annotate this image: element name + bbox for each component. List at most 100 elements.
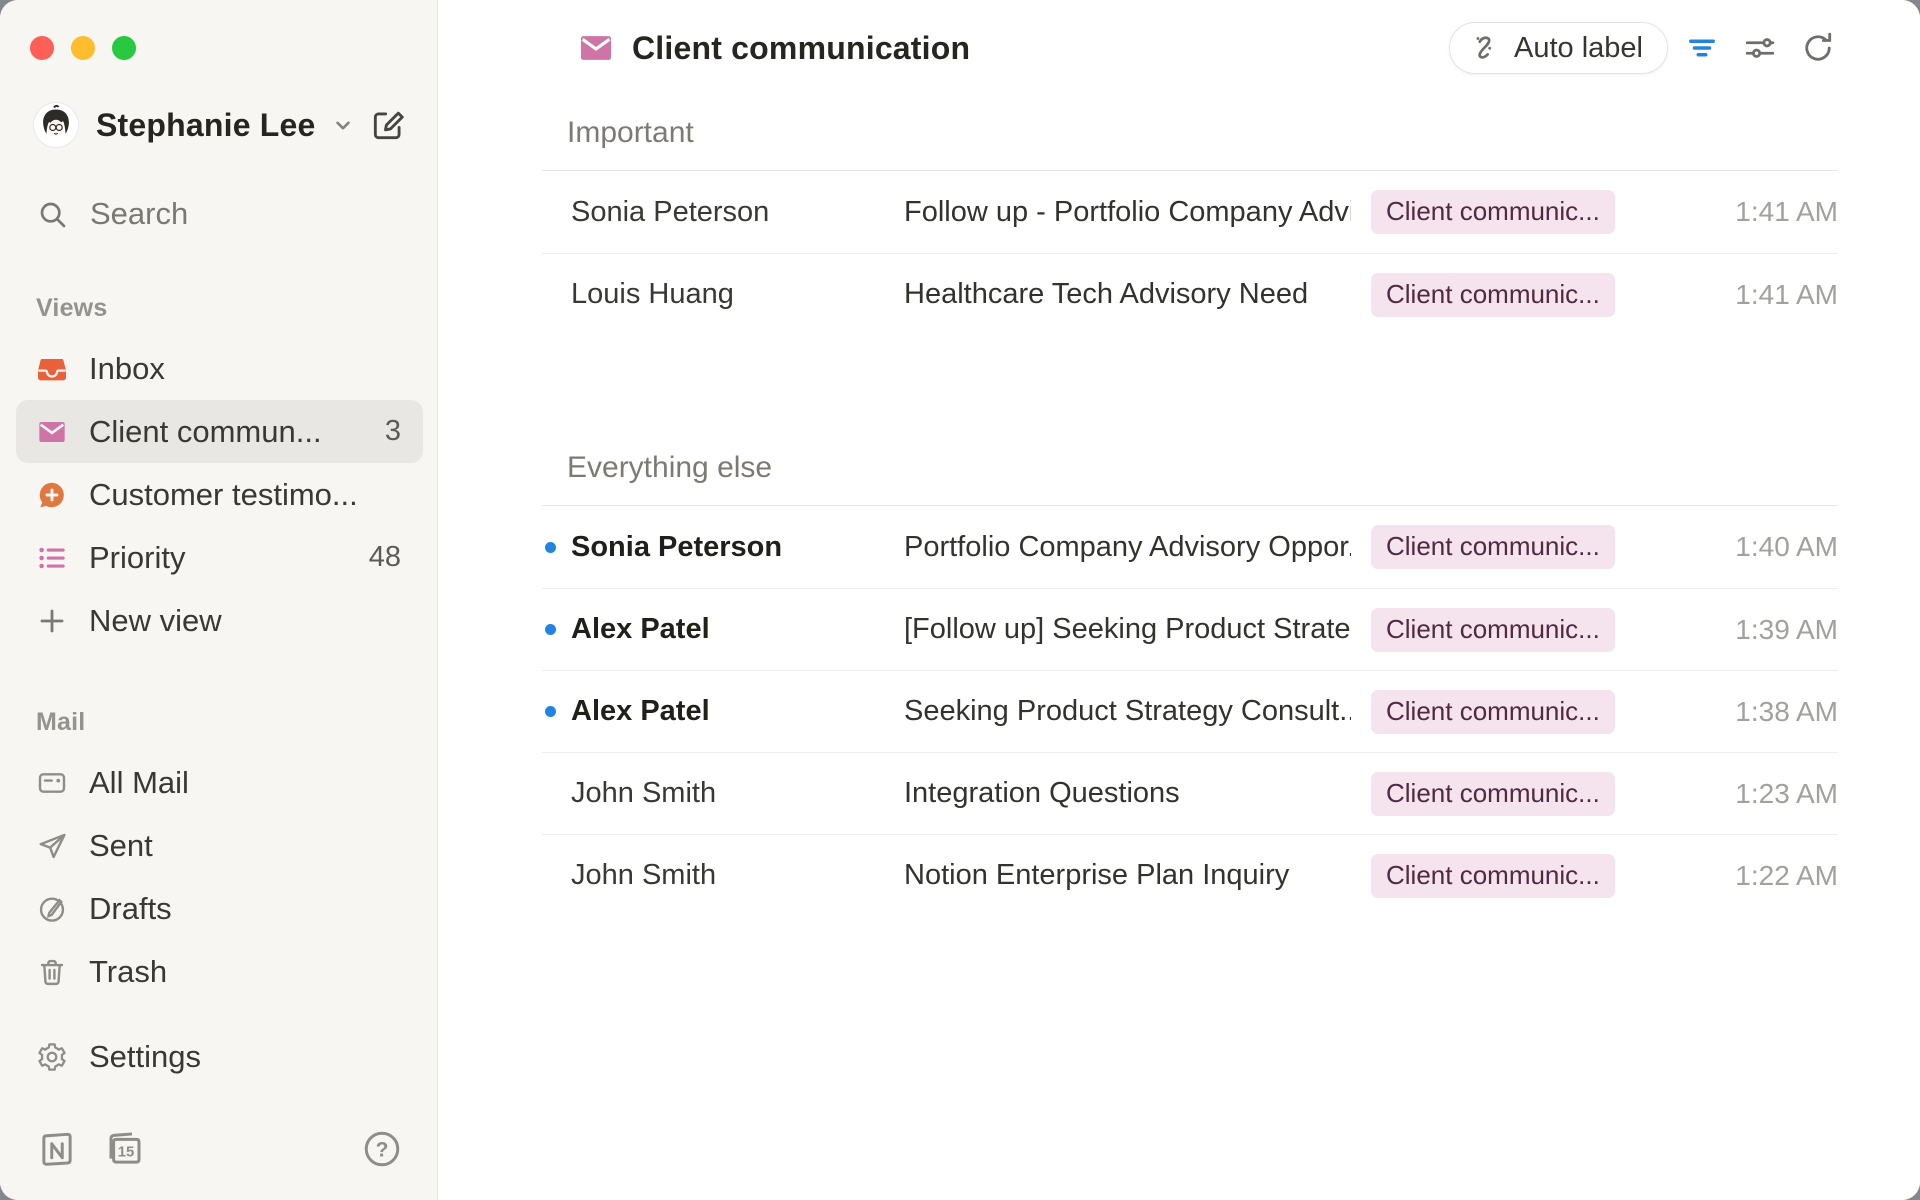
email-sender: Sonia Peterson xyxy=(571,531,904,564)
avatar xyxy=(34,103,78,147)
email-sender: John Smith xyxy=(571,777,904,810)
label-badge[interactable]: Client communic... xyxy=(1371,854,1615,898)
email-sender: Alex Patel xyxy=(571,695,904,728)
notion-logo-icon[interactable] xyxy=(36,1128,78,1170)
email-row[interactable]: Sonia Peterson Follow up - Portfolio Com… xyxy=(542,171,1838,253)
page-title: Client communication xyxy=(632,30,970,67)
sidebar-footer: 15 ? xyxy=(0,1088,437,1200)
view-header: Client communication Auto label xyxy=(438,0,1920,96)
sidebar-item-all-mail[interactable]: All Mail xyxy=(16,751,423,814)
section-title: Important xyxy=(542,96,1838,170)
display-options-button[interactable] xyxy=(1736,24,1784,72)
search-placeholder: Search xyxy=(90,196,188,232)
email-subject: Seeking Product Strategy Consult... xyxy=(904,695,1351,728)
refresh-icon xyxy=(1800,30,1836,66)
calendar-icon[interactable]: 15 xyxy=(104,1128,146,1170)
label-badge[interactable]: Client communic... xyxy=(1371,690,1615,734)
email-time: 1:41 AM xyxy=(1615,279,1838,311)
mail-section-label: Mail xyxy=(36,708,437,737)
auto-label-icon xyxy=(1468,31,1502,65)
envelope-icon xyxy=(36,416,68,448)
email-subject: Follow up - Portfolio Company Advi... xyxy=(904,196,1351,229)
views-section-label: Views xyxy=(36,294,437,323)
sidebar-item-settings[interactable]: Settings xyxy=(16,1025,423,1088)
zoom-window-button[interactable] xyxy=(112,36,136,60)
close-window-button[interactable] xyxy=(30,36,54,60)
email-row[interactable]: John Smith Notion Enterprise Plan Inquir… xyxy=(542,834,1838,916)
email-subject: Portfolio Company Advisory Oppor... xyxy=(904,531,1351,564)
sidebar-item-new-view[interactable]: New view xyxy=(16,589,423,652)
gear-icon xyxy=(36,1041,68,1073)
sidebar-item-priority[interactable]: Priority 48 xyxy=(16,526,423,589)
svg-text:?: ? xyxy=(376,1138,389,1161)
priority-list-icon xyxy=(36,542,68,574)
sidebar-item-label: All Mail xyxy=(89,765,189,801)
refresh-button[interactable] xyxy=(1794,24,1842,72)
sidebar-item-trash[interactable]: Trash xyxy=(16,940,423,1003)
email-row[interactable]: Alex Patel [Follow up] Seeking Product S… xyxy=(542,588,1838,670)
window-controls xyxy=(0,0,437,60)
sidebar-item-drafts[interactable]: Drafts xyxy=(16,877,423,940)
email-section: Important Sonia Peterson Follow up - Por… xyxy=(542,96,1838,335)
filter-button[interactable] xyxy=(1678,24,1726,72)
sidebar-item-inbox[interactable]: Inbox xyxy=(16,337,423,400)
all-mail-icon xyxy=(36,767,68,799)
filter-icon xyxy=(1684,30,1720,66)
email-time: 1:22 AM xyxy=(1615,860,1838,892)
envelope-icon xyxy=(577,29,615,67)
email-subject: Notion Enterprise Plan Inquiry xyxy=(904,859,1351,892)
sidebar-item-count: 3 xyxy=(385,415,401,448)
sidebar-item-label: Customer testimo... xyxy=(89,477,358,513)
help-icon[interactable]: ? xyxy=(361,1128,403,1170)
sidebar-item-count: 48 xyxy=(369,541,401,574)
email-subject: [Follow up] Seeking Product Strate... xyxy=(904,613,1351,646)
email-time: 1:39 AM xyxy=(1615,614,1838,646)
auto-label-button[interactable]: Auto label xyxy=(1449,22,1668,74)
chevron-down-icon xyxy=(330,112,356,138)
sidebar-item-label: Priority xyxy=(89,540,185,576)
sidebar-item-label: Drafts xyxy=(89,891,172,927)
mail-app-window: Stephanie Lee Search Views Inbox Client … xyxy=(0,0,1920,1200)
sidebar-item-label: New view xyxy=(89,603,222,639)
label-badge[interactable]: Client communic... xyxy=(1371,273,1615,317)
draft-icon xyxy=(36,893,68,925)
main-panel: Client communication Auto label xyxy=(438,0,1920,1200)
search-icon xyxy=(36,198,68,230)
sidebar: Stephanie Lee Search Views Inbox Client … xyxy=(0,0,438,1200)
label-badge[interactable]: Client communic... xyxy=(1371,190,1615,234)
chat-plus-icon xyxy=(36,479,68,511)
sidebar-item-label: Trash xyxy=(89,954,167,990)
account-switcher[interactable]: Stephanie Lee xyxy=(34,102,411,148)
email-sender: Louis Huang xyxy=(571,278,904,311)
unread-dot xyxy=(545,706,556,717)
compose-button[interactable] xyxy=(365,102,411,148)
label-badge[interactable]: Client communic... xyxy=(1371,772,1615,816)
search-input[interactable]: Search xyxy=(36,196,437,232)
email-section: Everything else Sonia Peterson Portfolio… xyxy=(542,431,1838,916)
sidebar-item-customer-testimo[interactable]: Customer testimo... xyxy=(16,463,423,526)
email-list: Important Sonia Peterson Follow up - Por… xyxy=(542,96,1838,916)
email-row[interactable]: Louis Huang Healthcare Tech Advisory Nee… xyxy=(542,253,1838,335)
settings-label: Settings xyxy=(89,1039,201,1075)
email-time: 1:38 AM xyxy=(1615,696,1838,728)
plus-icon xyxy=(36,605,68,637)
sliders-icon xyxy=(1742,30,1778,66)
unread-dot xyxy=(545,542,556,553)
label-badge[interactable]: Client communic... xyxy=(1371,608,1615,652)
email-row[interactable]: Sonia Peterson Portfolio Company Advisor… xyxy=(542,506,1838,588)
unread-dot xyxy=(545,624,556,635)
label-badge[interactable]: Client communic... xyxy=(1371,525,1615,569)
email-subject: Healthcare Tech Advisory Need xyxy=(904,278,1351,311)
auto-label-text: Auto label xyxy=(1514,32,1643,65)
email-time: 1:23 AM xyxy=(1615,778,1838,810)
user-name: Stephanie Lee xyxy=(96,107,316,144)
svg-text:15: 15 xyxy=(118,1145,135,1161)
sidebar-item-sent[interactable]: Sent xyxy=(16,814,423,877)
sidebar-item-client-commun[interactable]: Client commun... 3 xyxy=(16,400,423,463)
minimize-window-button[interactable] xyxy=(71,36,95,60)
email-sender: John Smith xyxy=(571,859,904,892)
email-row[interactable]: Alex Patel Seeking Product Strategy Cons… xyxy=(542,670,1838,752)
sidebar-item-label: Client commun... xyxy=(89,414,322,450)
section-title: Everything else xyxy=(542,431,1838,505)
email-row[interactable]: John Smith Integration Questions Client … xyxy=(542,752,1838,834)
